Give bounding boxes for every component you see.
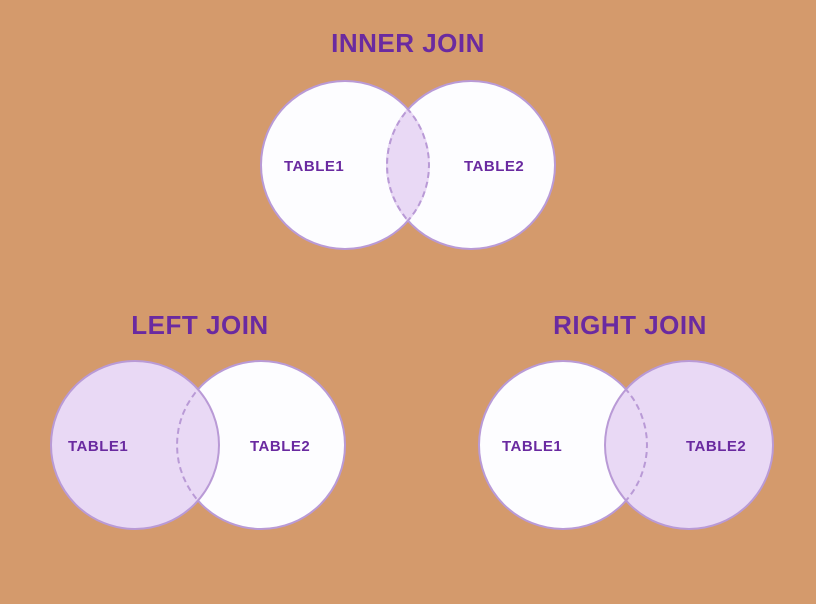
right-join-venn: TABLE1 TABLE2 bbox=[478, 360, 774, 530]
inner-right-label: TABLE2 bbox=[464, 158, 524, 175]
right-intersection-edge bbox=[604, 360, 648, 530]
left-join-title: LEFT JOIN bbox=[50, 310, 350, 341]
right-right-label: TABLE2 bbox=[686, 438, 746, 455]
left-right-label: TABLE2 bbox=[250, 438, 310, 455]
left-intersection-edge bbox=[176, 360, 220, 530]
inner-intersection-edge bbox=[386, 80, 430, 250]
inner-join-venn: TABLE1 TABLE2 bbox=[260, 80, 556, 250]
right-join-title: RIGHT JOIN bbox=[480, 310, 780, 341]
left-left-label: TABLE1 bbox=[68, 438, 128, 455]
left-join-venn: TABLE1 TABLE2 bbox=[50, 360, 346, 530]
inner-join-title: INNER JOIN bbox=[258, 28, 558, 59]
inner-left-label: TABLE1 bbox=[284, 158, 344, 175]
right-left-label: TABLE1 bbox=[502, 438, 562, 455]
